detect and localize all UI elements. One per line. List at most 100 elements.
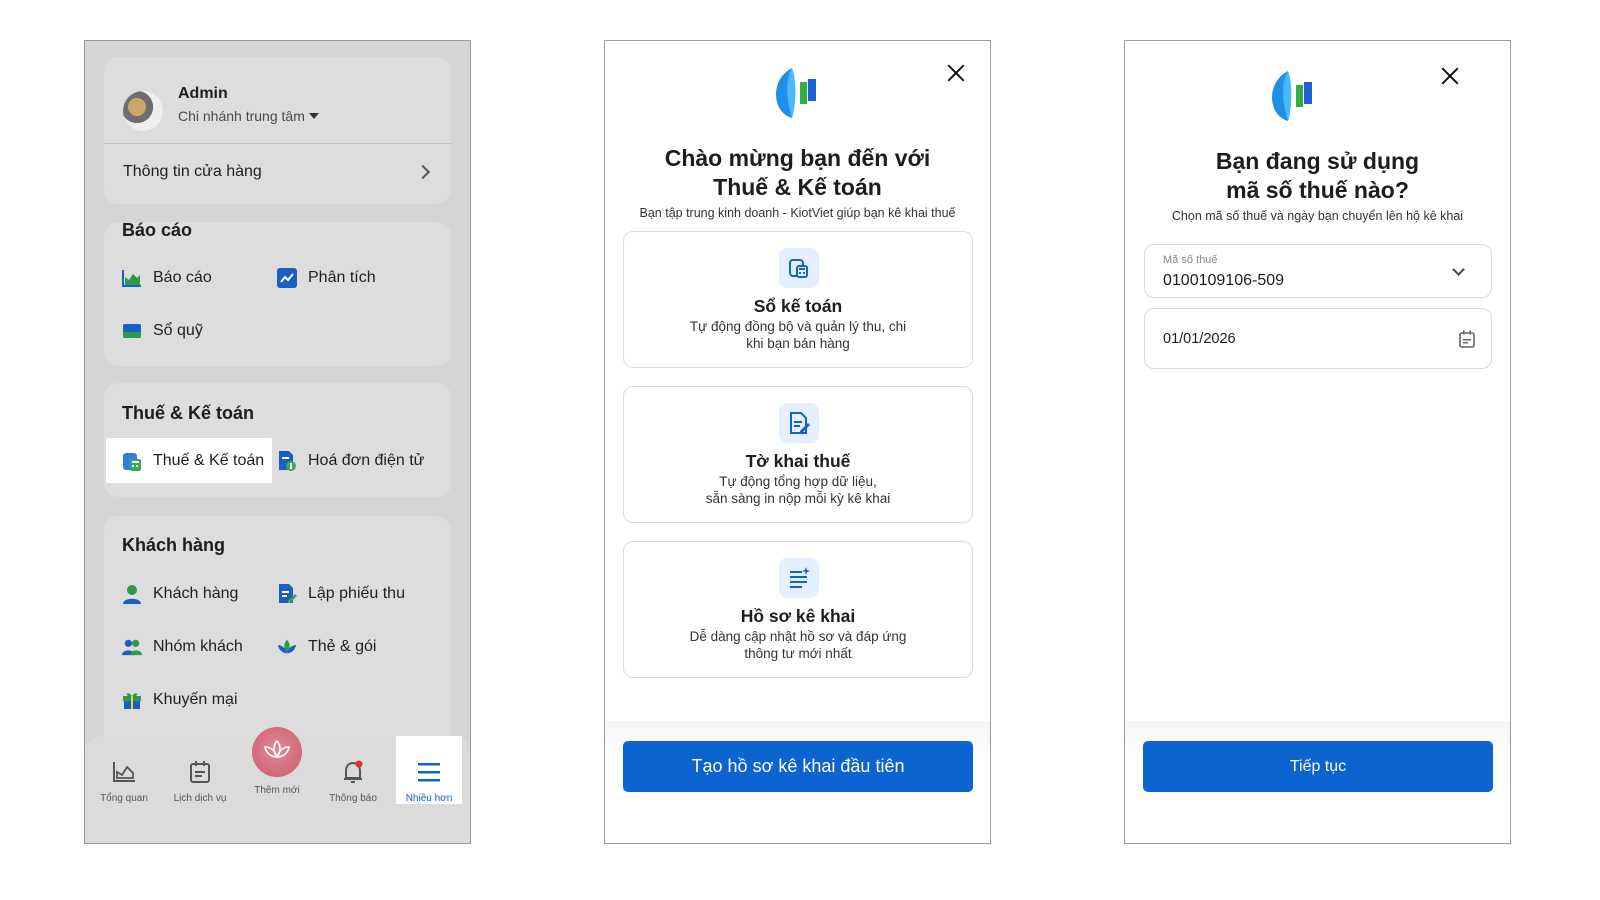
caret-down-icon	[308, 113, 319, 119]
tax-code-value: 0100109106-509	[1163, 272, 1285, 289]
more-menu-screen: Admin Chi nhánh trung tâm Thông tin cửa …	[84, 40, 471, 844]
nav-label: Tổng quan	[100, 793, 148, 804]
receipt-edit-icon	[277, 584, 297, 604]
menu-item-analytics[interactable]: Phân tích	[277, 266, 376, 290]
feature-title: Tờ khai thuế	[745, 451, 851, 471]
wallet-icon	[122, 321, 142, 341]
menu-item-promotions[interactable]: Khuyến mại	[122, 688, 238, 712]
tax-code-label: Mã số thuế	[1163, 254, 1218, 266]
feature-desc-line: Dễ dàng cập nhật hồ sơ và đáp ứng	[689, 629, 907, 644]
close-icon[interactable]	[1441, 67, 1459, 85]
menu-item-label: Thuế & Kế toán	[153, 451, 265, 469]
calendar-icon	[187, 759, 213, 785]
feature-title: Hồ sơ kê khai	[740, 606, 856, 626]
profile-card: Admin Chi nhánh trung tâm Thông tin cửa …	[104, 57, 451, 204]
menu-item-cards-packages[interactable]: Thẻ & gói	[277, 635, 376, 659]
nav-more[interactable]: Nhiều hơn	[396, 736, 462, 804]
chevron-right-icon	[415, 164, 431, 180]
add-new-button[interactable]	[252, 727, 302, 777]
close-icon[interactable]	[947, 64, 965, 82]
menu-item-receipt[interactable]: Lập phiếu thu	[277, 582, 405, 606]
menu-item-tax-accounting[interactable]: Thuế & Kế toán	[106, 438, 273, 483]
add-new-label: Thêm mới	[254, 785, 300, 796]
menu-item-label: Khách hàng	[153, 585, 239, 602]
feature-card-tax-form[interactable]: Tờ khai thuế Tự động tổng hợp dữ liệu, s…	[623, 386, 973, 523]
menu-item-label: Phân tích	[308, 269, 376, 286]
chevron-down-icon	[1452, 263, 1465, 276]
chart-icon	[111, 759, 137, 785]
user-name: Admin	[178, 85, 228, 102]
welcome-title-line1: Chào mừng bạn đến với	[664, 145, 931, 171]
menu-item-label: Hoá đơn điện tử	[308, 452, 425, 469]
users-icon	[122, 637, 142, 657]
feature-title: Sổ kế toán	[753, 296, 843, 316]
feature-desc: Tự động tổng hợp dữ liệu, sẵn sàng in nộ…	[664, 473, 932, 507]
feature-desc: Dễ dàng cập nhật hồ sơ và đáp ứng thông …	[664, 628, 932, 662]
app-logo	[1266, 69, 1320, 123]
lotus-icon	[277, 637, 297, 657]
trend-icon	[277, 268, 297, 288]
tax-title-line1: Bạn đang sử dụng	[1215, 148, 1420, 174]
welcome-screen: Chào mừng bạn đến với Thuế & Kế toán Bạn…	[604, 40, 991, 844]
bottom-navigation: Tổng quan Lịch dịch vụ Thêm mới Thông bá…	[85, 727, 470, 843]
app-logo	[770, 66, 824, 120]
create-first-declaration-button[interactable]: Tạo hồ sơ kê khai đầu tiên	[623, 741, 973, 792]
calendar-icon[interactable]	[1459, 330, 1475, 353]
menu-item-label: Nhóm khách	[153, 638, 243, 655]
avatar[interactable]	[123, 91, 163, 131]
tax-code-select[interactable]: Mã số thuế 0100109106-509	[1144, 244, 1492, 298]
tax-section: Thuế & Kế toán Thuế & Kế toán Hoá đơn đi…	[104, 383, 451, 497]
feature-card-ledger[interactable]: Sổ kế toán Tự động đồng bộ và quản lý th…	[623, 231, 973, 368]
feature-desc-line: thông tư mới nhất	[744, 646, 852, 661]
feature-desc-line: Tự động đồng bộ và quản lý thu, chi	[689, 319, 907, 334]
feature-card-declaration[interactable]: Hồ sơ kê khai Dễ dàng cập nhật hồ sơ và …	[623, 541, 973, 678]
menu-item-customer-groups[interactable]: Nhóm khách	[122, 635, 243, 659]
menu-item-label: Thẻ & gói	[308, 638, 377, 655]
menu-item-label: Khuyến mại	[153, 691, 238, 708]
menu-item-e-invoice[interactable]: Hoá đơn điện tử	[277, 449, 424, 473]
divider	[104, 143, 451, 144]
tax-code-select-screen: Bạn đang sử dụng mã số thuế nào? Chọn mã…	[1124, 40, 1511, 844]
feature-desc: Tự động đồng bộ và quản lý thu, chi khi …	[664, 318, 932, 352]
menu-item-cashbook[interactable]: Sổ quỹ	[122, 319, 203, 343]
tax-accounting-icon	[122, 451, 142, 471]
tax-form-icon	[779, 403, 819, 443]
store-info-label: Thông tin cửa hàng	[123, 163, 262, 180]
lotus-add-icon	[263, 739, 291, 766]
tax-title-line2: mã số thuế nào?	[1226, 177, 1409, 203]
tax-subtitle: Chọn mã số thuế và ngày bạn chuyển lên h…	[1171, 209, 1464, 223]
gift-icon	[122, 690, 142, 710]
nav-schedule[interactable]: Lịch dịch vụ	[167, 736, 233, 804]
menu-item-label: Sổ quỹ	[153, 322, 203, 339]
feature-desc-line: Tự động tổng hợp dữ liệu,	[719, 474, 877, 489]
chart-area-icon	[122, 268, 142, 288]
bell-icon	[340, 759, 366, 785]
store-info-link[interactable]: Thông tin cửa hàng	[123, 157, 432, 187]
user-icon	[122, 584, 142, 604]
section-title-reports: Báo cáo	[122, 220, 193, 240]
branch-label: Chi nhánh trung tâm	[178, 108, 305, 124]
nav-label: Lịch dịch vụ	[173, 793, 227, 804]
menu-item-label: Lập phiếu thu	[308, 585, 405, 602]
continue-button[interactable]: Tiếp tục	[1143, 741, 1493, 792]
branch-selector[interactable]: Chi nhánh trung tâm	[178, 108, 319, 124]
ledger-icon	[779, 248, 819, 288]
section-title-tax: Thuế & Kế toán	[122, 403, 255, 423]
nav-overview[interactable]: Tổng quan	[91, 736, 157, 804]
start-date-field[interactable]: 01/01/2026	[1144, 308, 1492, 369]
feature-desc-line: khi bạn bán hàng	[746, 336, 850, 351]
nav-label: Nhiều hơn	[405, 793, 453, 804]
declaration-list-icon	[779, 558, 819, 598]
invoice-icon	[277, 451, 297, 471]
customers-section: Khách hàng Khách hàng Lập phiếu thu Nhóm…	[104, 516, 451, 736]
welcome-subtitle: Bạn tập trung kinh doanh - KiotViet giúp…	[639, 206, 956, 220]
nav-notifications[interactable]: Thông báo	[320, 736, 386, 804]
menu-item-label: Báo cáo	[153, 269, 212, 286]
nav-label: Thông báo	[329, 793, 377, 804]
section-title-customers: Khách hàng	[122, 535, 226, 555]
menu-item-customers[interactable]: Khách hàng	[122, 582, 238, 606]
reports-section: Báo cáo Báo cáo Phân tích Sổ quỹ	[104, 220, 451, 366]
menu-item-reports[interactable]: Báo cáo	[122, 266, 212, 290]
hamburger-menu-icon	[416, 759, 442, 785]
start-date-value: 01/01/2026	[1163, 331, 1236, 347]
